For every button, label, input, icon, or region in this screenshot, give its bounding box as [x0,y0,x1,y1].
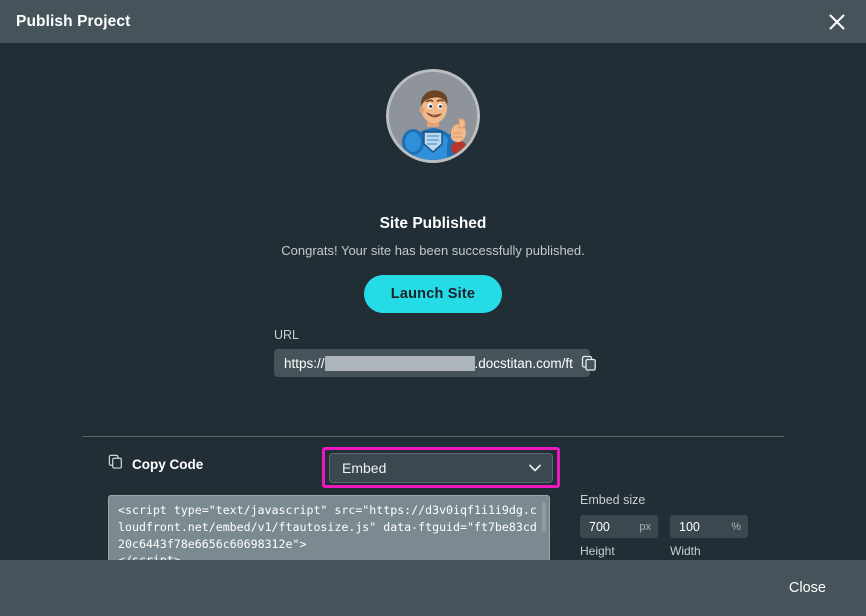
code-scrollbar-thumb[interactable] [542,502,546,532]
dialog-footer: Close [0,560,866,616]
copy-code-label: Copy Code [132,456,204,472]
close-icon[interactable] [822,7,852,37]
url-domain-text: .docstitan.com/ft [474,355,573,371]
superhero-thumbs-up-avatar [386,69,480,163]
embed-width-caption: Width [670,544,701,558]
embed-size-title: Embed size [580,493,646,507]
url-label: URL [274,328,300,342]
chevron-down-icon [528,463,542,473]
launch-button-container: Launch Site [0,275,866,313]
embed-height-value: 700 [589,519,610,534]
embed-width-input[interactable]: 100 % [670,515,748,538]
embed-code-textarea[interactable]: <script type="text/javascript" src="http… [108,495,550,560]
embed-height-input[interactable]: 700 px [580,515,658,538]
copy-url-icon[interactable] [573,355,597,371]
copy-code-row[interactable]: Copy Code [108,454,203,474]
embed-type-select[interactable]: Embed [329,452,553,483]
section-divider [82,436,784,437]
embed-width-field: 100 % Width [670,515,748,558]
embed-select-highlight: Embed [322,447,560,488]
dialog-titlebar: Publish Project [0,0,866,43]
embed-select-value: Embed [342,459,387,476]
published-subline: Congrats! Your site has been successfull… [281,243,585,258]
url-input[interactable]: https:// .docstitan.com/ft [274,349,596,377]
embed-code-text: <script type="text/javascript" src="http… [118,503,537,560]
copy-code-icon [108,454,123,474]
launch-site-button[interactable]: Launch Site [363,275,503,313]
embed-height-field: 700 px Height [580,515,658,558]
embed-width-unit: % [731,520,741,533]
embed-size-section: Embed size 700 px Height 100 % Width [580,493,748,558]
published-headline: Site Published [379,215,487,232]
close-button[interactable]: Close [779,574,836,602]
dialog-title: Publish Project [16,12,131,30]
url-protocol-text: https:// [284,355,325,371]
url-redacted-block [324,355,475,371]
embed-width-value: 100 [679,519,700,534]
embed-height-unit: px [639,520,651,533]
avatar-container [0,69,866,163]
embed-height-caption: Height [580,544,615,558]
embed-code-text-tail: ipt> [153,553,181,560]
url-section: URL https:// .docstitan.com/ft [274,328,596,377]
publish-project-dialog: Publish Project Site Published Congrats!… [0,0,866,616]
dialog-body: Site Published Congrats! Your site has b… [0,43,866,560]
